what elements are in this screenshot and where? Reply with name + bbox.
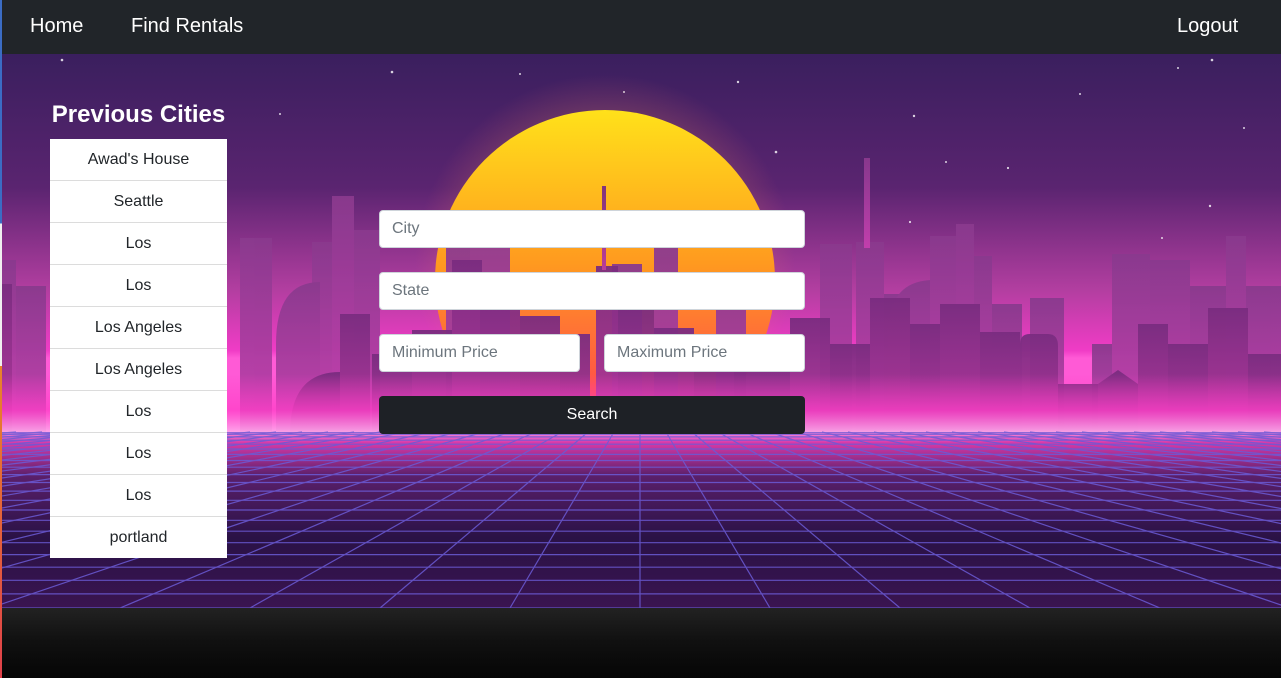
previous-city-item[interactable]: Los: [50, 433, 227, 475]
maximum-price-input[interactable]: [604, 334, 805, 372]
nav-find-rentals-link[interactable]: Find Rentals: [131, 0, 243, 54]
previous-city-item[interactable]: Los: [50, 475, 227, 517]
nav-home-link[interactable]: Home: [30, 0, 83, 54]
previous-city-item[interactable]: Los Angeles: [50, 307, 227, 349]
navbar: Home Find Rentals Logout: [0, 0, 1281, 54]
window-edge-strip: [0, 0, 2, 678]
previous-city-item[interactable]: Seattle: [50, 181, 227, 223]
previous-cities-title: Previous Cities: [51, 101, 226, 128]
page: Home Find Rentals Logout Previous Cities…: [0, 0, 1281, 678]
previous-city-item[interactable]: Los: [50, 265, 227, 307]
city-input[interactable]: [379, 210, 805, 248]
search-button[interactable]: Search: [379, 396, 805, 434]
previous-city-item[interactable]: Los: [50, 223, 227, 265]
minimum-price-input[interactable]: [379, 334, 580, 372]
previous-cities-list: Awad's House Seattle Los Los Los Angeles Los …: [50, 139, 227, 558]
state-input[interactable]: [379, 272, 805, 310]
footer-band: [0, 608, 1281, 678]
nav-logout-link[interactable]: Logout: [1177, 0, 1238, 54]
previous-city-item[interactable]: Awad's House: [50, 139, 227, 181]
previous-city-item[interactable]: Los Angeles: [50, 349, 227, 391]
previous-city-item[interactable]: Los: [50, 391, 227, 433]
previous-city-item[interactable]: portland: [50, 517, 227, 558]
